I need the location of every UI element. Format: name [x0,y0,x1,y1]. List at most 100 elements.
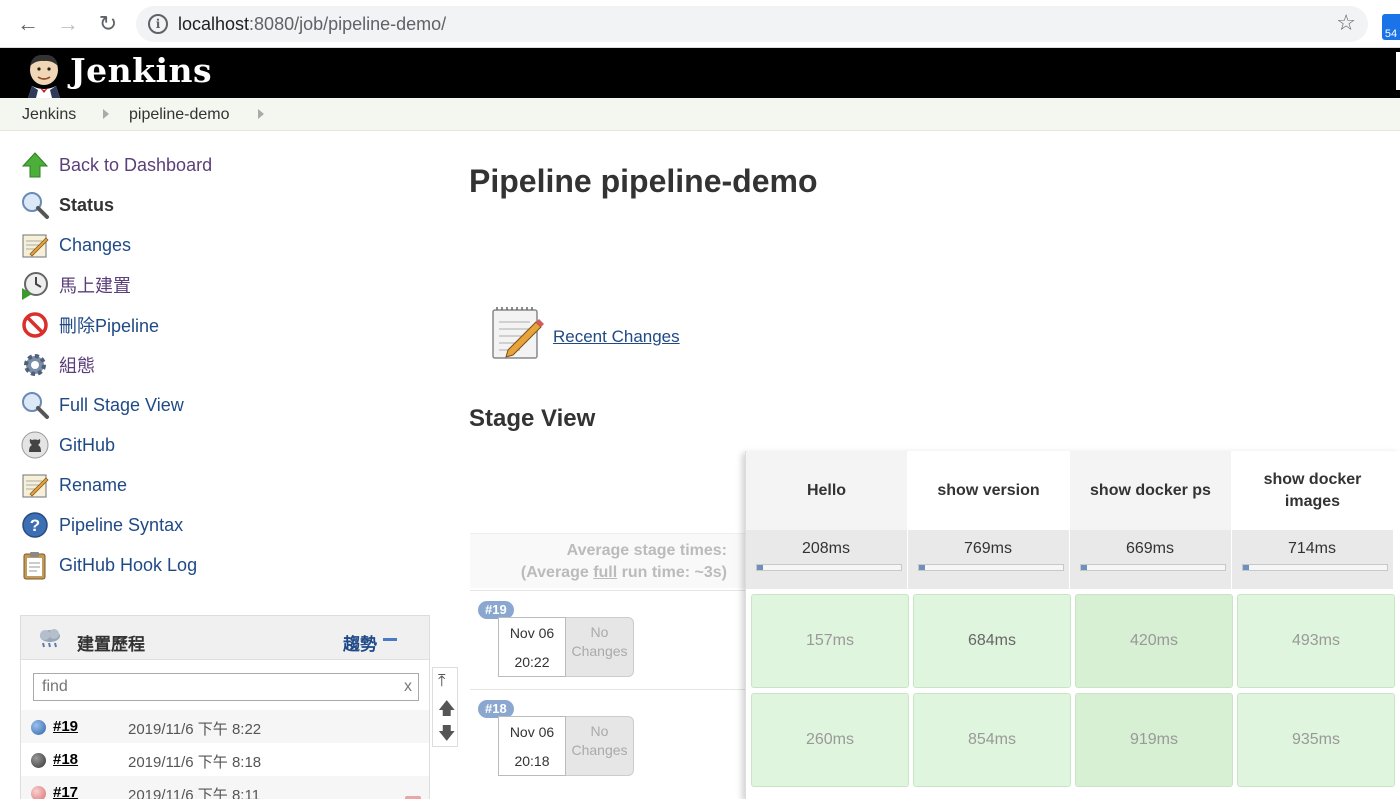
sidebar-item-label: Full Stage View [59,394,184,415]
stage-view-grid: Hello show version show docker ps show d… [745,451,1400,799]
sidebar-item-label: 馬上建置 [59,276,131,296]
breadcrumb: Jenkins pipeline-demo [0,98,1400,131]
stage-cell[interactable]: 493ms [1237,594,1395,688]
sidebar-item-back-to-dashboard[interactable]: Back to Dashboard [20,149,212,181]
sidebar-item-full-stage-view[interactable]: Full Stage View [20,389,184,421]
sidebar-item-delete-pipeline[interactable]: 刪除Pipeline [20,309,159,341]
stage-average-time: 208ms [801,540,851,557]
build-link[interactable]: #19 [53,718,78,735]
forward-arrow-icon[interactable]: → [54,10,82,38]
sidebar-item-github[interactable]: GitHub [20,429,115,461]
build-search-input[interactable] [34,674,418,700]
trend-link[interactable]: 趨勢 [343,630,377,655]
stage-average-bar [1242,564,1388,571]
build-row: #19 2019/11/6 下午 8:22 [21,710,429,743]
breadcrumb-jenkins[interactable]: Jenkins [22,106,76,124]
magnifier-icon [22,192,49,219]
scroll-top-icon[interactable]: ⤒ [438,671,446,691]
cloud-build-icon [40,629,60,648]
up-arrow-icon [21,152,49,178]
breadcrumb-chevron-icon[interactable] [258,109,264,119]
stage-average: 769ms [908,530,1070,589]
status-ball-icon [31,786,46,799]
stage-average-bar [1080,564,1226,571]
sidebar-item-label: Changes [59,234,132,255]
build-search-field[interactable]: x [33,673,419,701]
build-date: 2019/11/6 下午 8:22 [128,721,262,738]
stage-cell[interactable]: 684ms [913,594,1071,688]
sidebar-item-configure[interactable]: 組態 [20,349,95,381]
clear-search-button[interactable]: x [404,678,412,696]
run-changes: No Changes [566,716,634,776]
bookmark-star-icon[interactable]: ☆ [1336,10,1356,36]
back-arrow-icon[interactable]: ← [14,10,42,38]
stage-view-title: Stage View [469,405,596,432]
stage-header: show version [908,451,1070,530]
stage-cell[interactable]: 919ms [1075,693,1233,787]
recent-changes-link[interactable]: Recent Changes [553,327,680,347]
clipboard-icon [23,552,46,580]
run-date: Nov 06 [509,724,555,740]
status-ball-icon [31,720,46,735]
sidebar-item-rename[interactable]: Rename [20,469,127,501]
build-history-title: 建置歷程 [77,635,145,654]
jenkins-butler-logo-icon[interactable] [22,52,66,98]
url-text[interactable]: localhost:8080/job/pipeline-demo/ [178,14,446,35]
sidebar-item-build-now[interactable]: 馬上建置 [20,269,131,301]
extension-icon[interactable]: 54 [1382,14,1400,40]
sidebar-item-label: Pipeline Syntax [59,514,184,535]
clock-play-icon [22,272,48,300]
full-run-link[interactable]: full [593,564,617,581]
magnifier-icon [22,392,49,419]
address-bar[interactable]: i localhost:8080/job/pipeline-demo/ ☆ [136,6,1368,42]
build-link[interactable]: #17 [53,784,78,799]
sidebar-item-label: Back to Dashboard [59,154,213,175]
stage-average-bar-fill [919,565,925,570]
stage-average-bar-fill [1081,565,1087,570]
stage-cell[interactable]: 157ms [751,594,909,688]
collapse-icon[interactable] [383,638,397,641]
reload-icon[interactable]: ↻ [94,10,122,38]
stage-average-time: 714ms [1287,540,1337,557]
stage-cell[interactable]: 935ms [1237,693,1395,787]
run-date-box: Nov 06 20:18 [498,716,566,776]
status-ball-icon [31,753,46,768]
run-changes: No Changes [566,617,634,677]
stage-average-time: 669ms [1125,540,1175,557]
jenkins-title[interactable]: Jenkins [70,51,212,90]
avg-label-line2: (Average full run time: ~3s) [520,564,727,581]
stage-header: Hello [746,451,908,530]
site-info-icon[interactable]: i [148,14,168,34]
run-date: Nov 06 [509,625,555,641]
sidebar-item-changes[interactable]: Changes [20,229,131,261]
breadcrumb-pipeline-demo[interactable]: pipeline-demo [129,106,230,124]
sidebar-item-status[interactable]: Status [20,189,114,221]
stage-average-bar [918,564,1064,571]
stage-cell[interactable]: 854ms [913,693,1071,787]
stage-average-bar-fill [757,565,763,570]
run-row-18: #18 Nov 06 20:18 No Changes [470,689,745,787]
no-entry-icon [22,312,48,338]
history-pager: ⤒ 🡅 🡇 [432,667,458,747]
stage-average: 669ms [1070,530,1232,589]
sidebar-item-pipeline-syntax[interactable]: ? Pipeline Syntax [20,509,183,541]
run-row-19: #19 Nov 06 20:22 No Changes [470,590,745,688]
svg-text:?: ? [30,516,40,535]
notepad-icon [492,307,544,359]
sidebar-item-label: Rename [59,474,128,495]
stage-cell[interactable]: 420ms [1075,594,1233,688]
sidebar-item-label: Status [59,194,115,215]
build-link[interactable]: #18 [53,751,78,768]
sidebar-item-label: 刪除Pipeline [59,316,160,336]
sidebar-item-github-hook-log[interactable]: GitHub Hook Log [20,549,197,581]
sidebar-item-label: 組態 [59,356,95,376]
page-title: Pipeline pipeline-demo [469,163,818,199]
run-time: 20:22 [514,654,550,670]
scroll-down-icon[interactable]: 🡇 [438,721,455,750]
build-history-header: 建置歷程 趨勢 [21,616,429,660]
notepad-icon [22,234,49,258]
run-date-box: Nov 06 20:22 [498,617,566,677]
header-edge [1396,52,1400,90]
stage-cell[interactable]: 260ms [751,693,909,787]
breadcrumb-chevron-icon[interactable] [103,109,109,119]
